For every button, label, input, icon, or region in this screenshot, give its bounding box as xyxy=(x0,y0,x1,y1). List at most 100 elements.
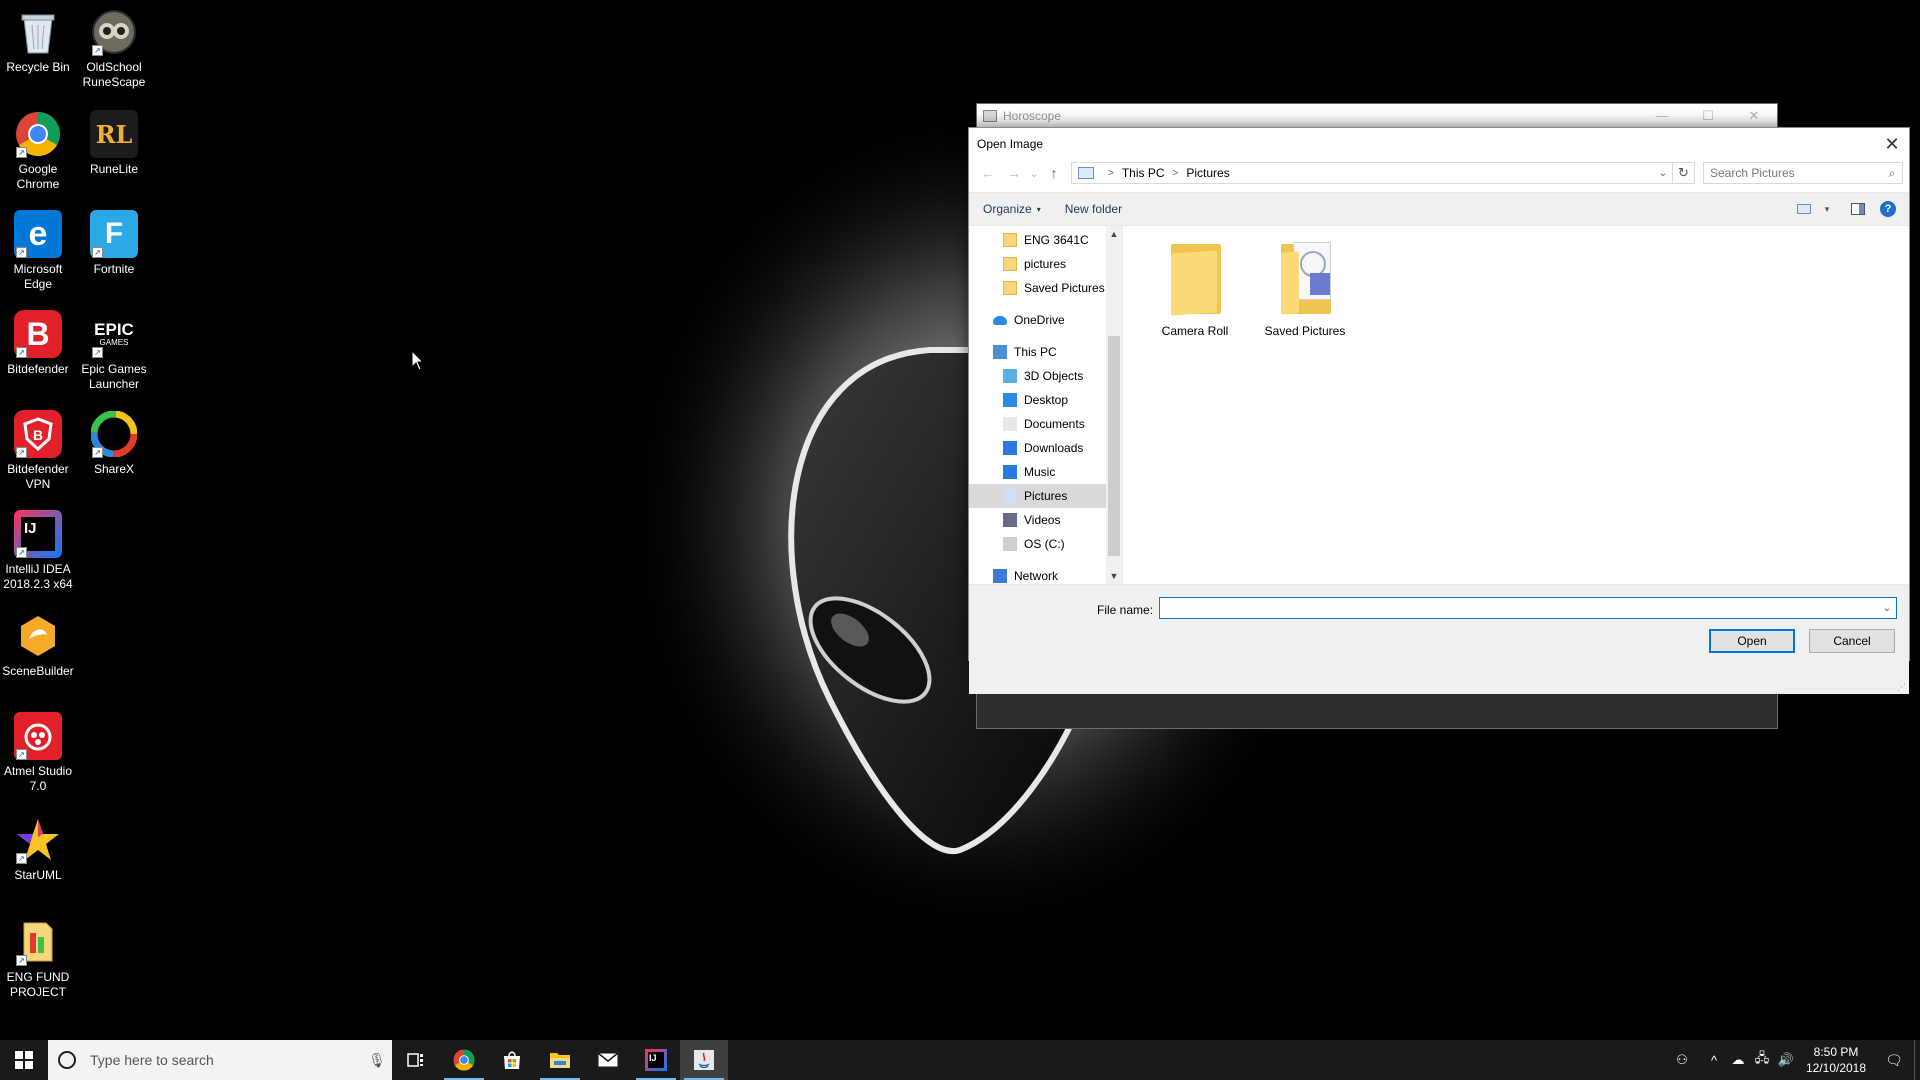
back-arrow-icon[interactable]: ← xyxy=(975,162,1001,184)
taskbar-java[interactable] xyxy=(680,1040,728,1080)
organize-button[interactable]: Organize ▾ xyxy=(975,196,1049,222)
desktop-icon-epic-games[interactable]: EPIC GAMES ↗ Epic Games Launcher xyxy=(76,310,152,392)
desktop-icon-label: Google Chrome xyxy=(16,162,60,191)
volume-icon[interactable]: 🔊 xyxy=(1774,1040,1798,1080)
nav-item-pictures[interactable]: pictures xyxy=(969,252,1122,276)
nav-item-documents[interactable]: Documents xyxy=(969,412,1122,436)
new-folder-button[interactable]: New folder xyxy=(1057,196,1130,222)
onedrive-icon[interactable]: ☁ xyxy=(1726,1040,1750,1080)
breadcrumb-separator[interactable]: > xyxy=(1173,168,1179,179)
up-arrow-icon[interactable]: ↑ xyxy=(1041,162,1067,184)
nav-item-music[interactable]: Music xyxy=(969,460,1122,484)
nav-item-onedrive[interactable]: OneDrive xyxy=(969,308,1122,332)
view-options-chevron-icon[interactable]: ▾ xyxy=(1819,196,1835,222)
breadcrumb-this-pc[interactable]: This PC xyxy=(1122,166,1165,180)
desktop-icon-recycle-bin[interactable]: Recycle Bin xyxy=(0,8,76,75)
breadcrumb-separator[interactable]: > xyxy=(1108,168,1114,179)
open-button[interactable]: Open xyxy=(1709,629,1795,653)
dialog-title-bar[interactable]: Open Image ✕ xyxy=(969,128,1909,160)
nav-item-3d-objects[interactable]: 3D Objects xyxy=(969,364,1122,388)
taskbar-mail[interactable] xyxy=(584,1040,632,1080)
mouse-cursor-icon xyxy=(411,350,425,371)
taskbar-intellij[interactable]: IJ xyxy=(632,1040,680,1080)
address-bar[interactable]: > This PC > Pictures ⌄ ↻ xyxy=(1071,162,1695,184)
action-center-icon[interactable]: 🗨 xyxy=(1874,1040,1914,1080)
nav-pane-scrollbar[interactable]: ▲ ▼ xyxy=(1106,226,1122,584)
desktop-icon-sharex[interactable]: ↗ ShareX xyxy=(76,410,152,477)
search-icon[interactable]: ⌕ xyxy=(1882,166,1902,181)
taskbar-microsoft-store[interactable] xyxy=(488,1040,536,1080)
desktop-icon-label: OldSchool RuneScape xyxy=(82,60,146,89)
nav-item-desktop[interactable]: Desktop xyxy=(969,388,1122,412)
taskbar-task-view[interactable] xyxy=(392,1040,440,1080)
nav-item-this-pc[interactable]: This PC xyxy=(969,340,1122,364)
file-name-input[interactable] xyxy=(1160,601,1878,615)
desktop-icon-microsoft-edge[interactable]: e ↗ Microsoft Edge xyxy=(0,210,76,292)
file-name-dropdown-chevron-icon[interactable]: ⌄ xyxy=(1878,603,1896,614)
recent-locations-chevron-icon[interactable]: ⌄ xyxy=(1027,162,1041,184)
people-icon[interactable]: ⚇ xyxy=(1670,1040,1694,1080)
file-item-saved-pictures[interactable]: Saved Pictures xyxy=(1257,238,1353,338)
scroll-up-arrow-icon[interactable]: ▲ xyxy=(1106,226,1122,242)
show-hidden-icons-chevron-icon[interactable]: ^ xyxy=(1702,1040,1726,1080)
file-list[interactable]: Camera Roll Saved Pictures xyxy=(1123,226,1909,584)
taskbar-clock[interactable]: 8:50 PM 12/10/2018 xyxy=(1798,1044,1874,1076)
breadcrumb-pictures[interactable]: Pictures xyxy=(1186,166,1229,180)
maximize-button[interactable]: ☐ xyxy=(1685,104,1731,128)
refresh-icon[interactable]: ↻ xyxy=(1672,163,1694,183)
desktop-icon-bitdefender[interactable]: B ↗ Bitdefender xyxy=(0,310,76,377)
open-image-dialog[interactable]: Open Image ✕ ← → ⌄ ↑ > This PC > Picture… xyxy=(968,127,1910,694)
file-name-combobox[interactable]: ⌄ xyxy=(1159,597,1897,619)
desktop-icon-runescape[interactable]: ↗ OldSchool RuneScape xyxy=(76,8,152,90)
nav-item-pictures[interactable]: Pictures xyxy=(969,484,1122,508)
desktop-icon-google-chrome[interactable]: ↗ Google Chrome xyxy=(0,110,76,192)
shortcut-arrow-icon: ↗ xyxy=(16,955,27,966)
horoscope-title-bar[interactable]: Horoscope — ☐ ✕ xyxy=(977,104,1777,128)
recycle-bin-icon xyxy=(14,8,62,56)
desktop-icon-fortnite[interactable]: F ↗ Fortnite xyxy=(76,210,152,277)
navigation-pane[interactable]: ENG 3641C pictures Saved Pictures OneDrive T… xyxy=(969,226,1123,584)
search-input[interactable] xyxy=(1710,166,1882,180)
help-button[interactable]: ? xyxy=(1873,196,1903,222)
intellij-icon: IJ ↗ xyxy=(14,510,62,558)
nav-item-eng-3641c[interactable]: ENG 3641C xyxy=(969,228,1122,252)
nav-item-downloads[interactable]: Downloads xyxy=(969,436,1122,460)
nav-item-network[interactable]: Network xyxy=(969,564,1122,584)
nav-item-saved-pictures[interactable]: Saved Pictures xyxy=(969,276,1122,300)
taskbar-search-input[interactable] xyxy=(90,1052,362,1068)
dialog-close-button[interactable]: ✕ xyxy=(1875,129,1909,159)
nav-item-label: This PC xyxy=(1014,345,1057,359)
app-window-icon xyxy=(983,109,997,122)
desktop-icon-staruml[interactable]: ↗ StarUML xyxy=(0,816,76,883)
cancel-button[interactable]: Cancel xyxy=(1809,629,1895,653)
start-button[interactable] xyxy=(0,1040,48,1080)
scroll-down-arrow-icon[interactable]: ▼ xyxy=(1106,568,1122,584)
minimize-button[interactable]: — xyxy=(1639,104,1685,128)
taskbar-search-box[interactable]: 🎙 xyxy=(48,1040,392,1080)
desktop-icon-bitdefender-vpn[interactable]: B ↗ Bitdefender VPN xyxy=(0,410,76,492)
show-desktop-button[interactable] xyxy=(1914,1040,1920,1080)
change-view-icon[interactable] xyxy=(1789,196,1819,222)
nav-item-label: pictures xyxy=(1024,257,1067,271)
preview-pane-icon[interactable] xyxy=(1843,196,1873,222)
search-box[interactable]: ⌕ xyxy=(1703,162,1903,184)
desktop-icon-label: Microsoft Edge xyxy=(13,262,63,291)
desktop-icon-intellij[interactable]: IJ ↗ IntelliJ IDEA 2018.2.3 x64 xyxy=(0,510,76,592)
taskbar-file-explorer[interactable] xyxy=(536,1040,584,1080)
taskbar-chrome[interactable] xyxy=(440,1040,488,1080)
desktop-icon-eng-fund-project[interactable]: ↗ ENG FUND PROJECT xyxy=(0,918,76,1000)
shortcut-arrow-icon: ↗ xyxy=(16,447,27,458)
desktop-icon-atmel-studio[interactable]: ↗ Atmel Studio 7.0 xyxy=(0,712,76,794)
scrollbar-thumb[interactable] xyxy=(1108,336,1120,556)
desktop-icon-scenebuilder[interactable]: SceneBuilder xyxy=(0,612,76,679)
desktop-icon-runelite[interactable]: RL RuneLite xyxy=(76,110,152,177)
network-icon[interactable]: 🖧 xyxy=(1750,1040,1774,1080)
nav-item-videos[interactable]: Videos xyxy=(969,508,1122,532)
resize-grip-icon[interactable]: ⋰ xyxy=(1897,682,1907,692)
microphone-icon[interactable]: 🎙 xyxy=(362,1052,392,1069)
forward-arrow-icon[interactable]: → xyxy=(1001,162,1027,184)
file-item-camera-roll[interactable]: Camera Roll xyxy=(1147,238,1243,338)
address-dropdown-chevron-icon[interactable]: ⌄ xyxy=(1654,168,1672,179)
nav-item-os-c[interactable]: OS (C:) xyxy=(969,532,1122,556)
close-button[interactable]: ✕ xyxy=(1731,104,1777,128)
